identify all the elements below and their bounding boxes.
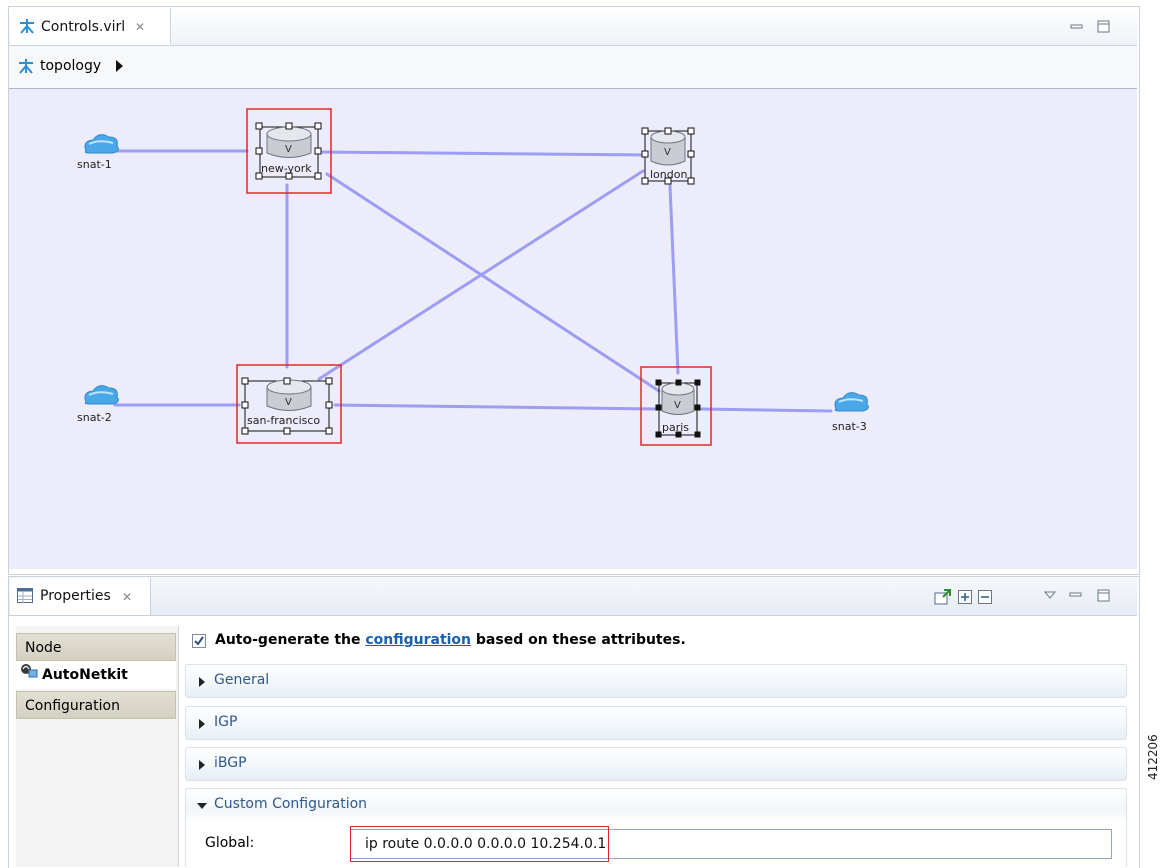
auto-generate-prefix: Auto-generate the bbox=[215, 632, 366, 648]
link-paris-snat3[interactable] bbox=[699, 407, 833, 413]
tab-controls-virl[interactable]: Controls.virl ✕ bbox=[10, 8, 171, 45]
node-label-snat-1: snat-1 bbox=[77, 158, 112, 171]
chevron-down-icon bbox=[197, 803, 207, 809]
expand-all-icon[interactable] bbox=[958, 590, 972, 608]
topology-icon bbox=[17, 57, 35, 79]
global-label: Global: bbox=[205, 835, 255, 851]
topology-icon bbox=[18, 17, 36, 35]
auto-generate-checkbox[interactable] bbox=[192, 634, 207, 653]
topology-canvas[interactable]: V V V V snat-1 new-york london snat-2 sa… bbox=[9, 89, 1137, 569]
node-label-paris: paris bbox=[662, 421, 690, 434]
tab-label: Controls.virl bbox=[41, 19, 126, 35]
cloud-icon[interactable] bbox=[834, 392, 869, 412]
section-title: IGP bbox=[214, 714, 238, 730]
node-label-snat-2: snat-2 bbox=[77, 411, 112, 424]
chevron-right-icon bbox=[199, 677, 205, 687]
link-london-paris[interactable] bbox=[668, 184, 680, 375]
side-item-label: Node bbox=[25, 640, 62, 656]
link-sanfrancisco-paris[interactable] bbox=[333, 403, 659, 411]
maximize-icon[interactable] bbox=[1097, 20, 1111, 34]
maximize-icon[interactable] bbox=[1097, 589, 1111, 607]
router-icon[interactable]: V bbox=[236, 364, 342, 444]
side-item-label: Configuration bbox=[25, 698, 120, 714]
node-label-new-york: new-york bbox=[261, 162, 312, 175]
global-config-input[interactable] bbox=[350, 829, 1112, 859]
cloud-icon[interactable] bbox=[84, 134, 119, 154]
configuration-link[interactable]: configuration bbox=[365, 632, 471, 648]
view-menu-icon[interactable] bbox=[1043, 590, 1057, 605]
cloud-icon[interactable] bbox=[84, 385, 119, 405]
minimize-icon[interactable] bbox=[1070, 22, 1084, 36]
side-item-label: AutoNetkit bbox=[42, 667, 128, 683]
side-item-node[interactable]: Node bbox=[16, 633, 176, 661]
editor-tab-bar bbox=[9, 7, 1137, 46]
svg-text:V: V bbox=[285, 144, 292, 155]
link-newyork-paris[interactable] bbox=[325, 172, 661, 393]
svg-text:V: V bbox=[664, 147, 671, 158]
chevron-right-icon bbox=[199, 719, 205, 729]
section-ibgp[interactable]: iBGP bbox=[185, 747, 1127, 781]
breadcrumb-label[interactable]: topology bbox=[40, 58, 101, 74]
autonetkit-icon bbox=[20, 660, 38, 688]
collapse-all-icon[interactable] bbox=[978, 590, 992, 608]
node-label-snat-3: snat-3 bbox=[832, 420, 867, 433]
side-item-configuration[interactable]: Configuration bbox=[16, 691, 176, 719]
svg-text:V: V bbox=[285, 397, 292, 408]
close-icon[interactable]: ✕ bbox=[135, 20, 145, 34]
section-title: Custom Configuration bbox=[214, 796, 368, 812]
tab-properties[interactable]: Properties ✕ bbox=[10, 578, 151, 615]
close-icon[interactable]: ✕ bbox=[122, 590, 132, 604]
router-icon[interactable]: V bbox=[246, 108, 332, 194]
section-title: General bbox=[214, 672, 270, 688]
section-title: iBGP bbox=[214, 755, 247, 771]
properties-icon bbox=[17, 588, 33, 608]
chevron-right-icon bbox=[199, 760, 205, 770]
figure-id: 412206 bbox=[1146, 734, 1160, 780]
link-newyork-london[interactable] bbox=[319, 150, 645, 157]
auto-generate-suffix: based on these attributes. bbox=[471, 632, 686, 648]
topology-diagram[interactable]: V V V V bbox=[9, 89, 1137, 569]
svg-text:V: V bbox=[674, 400, 681, 411]
section-igp[interactable]: IGP bbox=[185, 706, 1127, 740]
pin-editor-icon[interactable] bbox=[934, 589, 952, 609]
node-label-san-francisco: san-francisco bbox=[247, 414, 321, 427]
breadcrumb: topology bbox=[9, 46, 1137, 89]
chevron-right-icon[interactable] bbox=[116, 60, 124, 76]
auto-generate-text: Auto-generate the configuration based on… bbox=[215, 632, 686, 648]
section-general[interactable]: General bbox=[185, 664, 1127, 698]
minimize-icon[interactable] bbox=[1069, 590, 1083, 608]
node-label-london: london bbox=[650, 168, 688, 181]
side-item-autonetkit[interactable]: AutoNetkit bbox=[16, 661, 176, 689]
tab-label: Properties bbox=[40, 588, 111, 604]
